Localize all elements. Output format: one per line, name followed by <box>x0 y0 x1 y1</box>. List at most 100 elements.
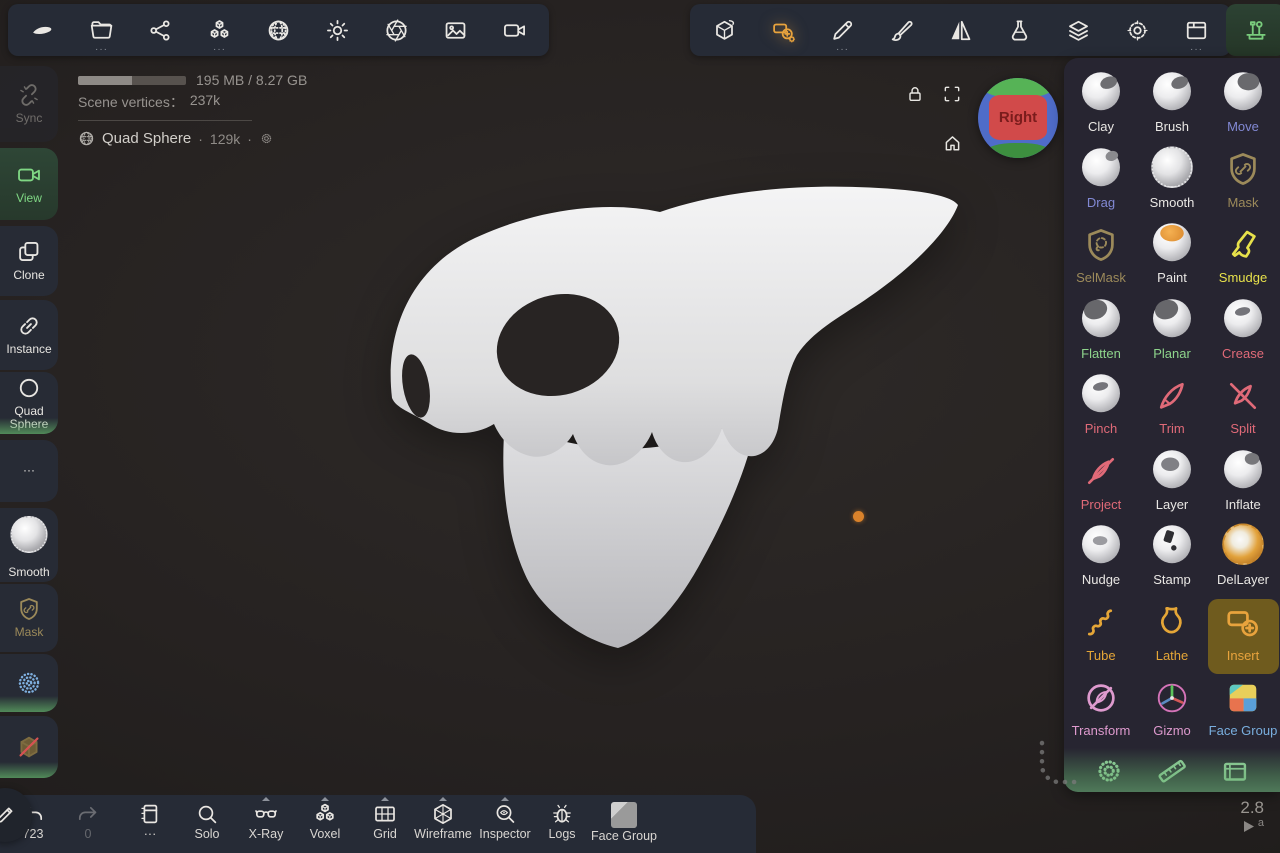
caret-up-icon <box>262 797 270 801</box>
tool-pinch[interactable]: Pinch <box>1066 372 1137 448</box>
tool-brush[interactable]: Brush <box>1137 70 1208 146</box>
camera-button[interactable] <box>485 4 544 56</box>
tool-transform[interactable]: Transform <box>1066 674 1137 750</box>
scene-button[interactable] <box>695 4 754 56</box>
sidebar-item-view[interactable]: View <box>0 148 58 220</box>
lighting-button[interactable] <box>308 4 367 56</box>
tool-insert[interactable]: Insert <box>1208 599 1279 675</box>
sidebar-item-dotted-ball[interactable] <box>0 654 58 712</box>
tool-label: Split <box>1230 421 1255 436</box>
settings-button[interactable] <box>1108 4 1167 56</box>
tool-inflate[interactable]: Inflate <box>1208 448 1279 524</box>
ball-smooth-icon <box>1151 146 1193 192</box>
partial-tool[interactable] <box>1092 754 1126 788</box>
scene-graph-button[interactable] <box>131 4 190 56</box>
tool-project[interactable]: Project <box>1066 448 1137 524</box>
tool-planar[interactable]: Planar <box>1137 297 1208 373</box>
sidebar-item-label: Sync <box>16 112 43 125</box>
gizmo-bottom-face[interactable] <box>986 143 1050 158</box>
symmetry-button[interactable] <box>931 4 990 56</box>
logo-icon <box>30 18 55 43</box>
viewport-3d-model[interactable] <box>340 158 1000 678</box>
tool-flatten[interactable]: Flatten <box>1066 297 1137 373</box>
pen-slash-icon <box>1082 679 1120 717</box>
lock-view-button[interactable] <box>905 84 925 109</box>
sidebar-item-slashed-cube[interactable] <box>0 716 58 778</box>
gizmo-face-label: Right <box>999 109 1037 126</box>
insert-tool-button[interactable] <box>754 4 813 56</box>
gizmo-front-face[interactable]: Right <box>989 95 1047 140</box>
caret-up-icon <box>381 797 389 801</box>
sidebar-item-mask[interactable]: Mask <box>0 584 58 652</box>
object-name[interactable]: Quad Sphere <box>102 130 191 147</box>
solo-button[interactable]: Solo <box>178 797 236 841</box>
voxel-button[interactable]: Voxel <box>296 797 354 841</box>
gizmo-axes-icon <box>1153 679 1191 717</box>
background-button[interactable] <box>426 4 485 56</box>
material-button[interactable] <box>249 4 308 56</box>
tool-label: Stamp <box>1153 572 1191 587</box>
knife-icon <box>1153 377 1191 415</box>
caret-up-icon <box>321 797 329 801</box>
interface-button[interactable]: ··· <box>1167 4 1226 56</box>
partial-tool[interactable] <box>1155 754 1189 788</box>
home-view-button[interactable] <box>942 133 963 159</box>
xray-button[interactable]: X-Ray <box>237 797 295 841</box>
tool-lathe[interactable]: Lathe <box>1137 599 1208 675</box>
tool-smooth[interactable]: Smooth <box>1137 146 1208 222</box>
sidebar-item-label: Instance <box>6 343 51 356</box>
toolbox-button[interactable] <box>1226 4 1280 56</box>
tool-gizmo[interactable]: Gizmo <box>1137 674 1208 750</box>
grid-button[interactable]: Grid <box>356 797 414 841</box>
tool-crease[interactable]: Crease <box>1208 297 1279 373</box>
tool-label: Tube <box>1086 648 1115 663</box>
sidebar-item-smooth[interactable]: Smooth <box>0 508 58 582</box>
tool-mask[interactable]: Mask <box>1208 146 1279 222</box>
objects-button[interactable]: ··· <box>190 4 249 56</box>
tool-nudge[interactable]: Nudge <box>1066 523 1137 599</box>
sidebar-item-quad-sphere[interactable]: Quad Sphere <box>0 372 58 434</box>
partial-tool[interactable] <box>1218 754 1252 788</box>
face-group-button[interactable]: Face Group <box>595 797 653 843</box>
fullscreen-button[interactable] <box>942 84 962 109</box>
tool-dellayer[interactable]: DelLayer <box>1208 523 1279 599</box>
orientation-gizmo[interactable]: Right <box>978 78 1058 158</box>
tool-drag[interactable]: Drag <box>1066 146 1137 222</box>
tool-label: Trim <box>1159 421 1185 436</box>
tool-move[interactable]: Move <box>1208 70 1279 146</box>
sidebar-item--[interactable]: ··· <box>0 440 58 502</box>
redo-button[interactable]: 0 <box>59 797 117 841</box>
tool-stamp[interactable]: Stamp <box>1137 523 1208 599</box>
history-button[interactable]: ··· <box>121 797 179 841</box>
pen-button[interactable]: ··· <box>813 4 872 56</box>
tube-icon <box>1082 603 1120 641</box>
post-process-button[interactable] <box>367 4 426 56</box>
tool-split[interactable]: Split <box>1208 372 1279 448</box>
tool-tube[interactable]: Tube <box>1066 599 1137 675</box>
tool-paint[interactable]: Paint <box>1137 221 1208 297</box>
logs-button[interactable]: Logs <box>533 797 591 841</box>
tool-selmask[interactable]: SelMask <box>1066 221 1137 297</box>
tool-smudge[interactable]: Smudge <box>1208 221 1279 297</box>
layers-button[interactable] <box>1049 4 1108 56</box>
sidebar-item-instance[interactable]: Instance <box>0 300 58 370</box>
gear-icon <box>1125 18 1150 43</box>
experimental-button[interactable] <box>990 4 1049 56</box>
files-button[interactable]: ··· <box>72 4 131 56</box>
voxel-cubes-icon <box>313 802 337 826</box>
tool-label: Clay <box>1088 119 1114 134</box>
tool-trim[interactable]: Trim <box>1137 372 1208 448</box>
slashed-cube-icon <box>16 734 42 760</box>
tool-layer[interactable]: Layer <box>1137 448 1208 524</box>
tool-clay[interactable]: Clay <box>1066 70 1137 146</box>
inspector-button[interactable]: Inspector <box>476 797 534 841</box>
pen-icon <box>830 18 855 43</box>
dotted-ball-icon <box>16 670 42 696</box>
tool-face-group[interactable]: Face Group <box>1208 674 1279 750</box>
sidebar-item-sync[interactable]: Sync <box>0 66 58 142</box>
sidebar-item-clone[interactable]: Clone <box>0 226 58 296</box>
facegroup-colored-icon <box>1224 679 1262 717</box>
wireframe-button[interactable]: Wireframe <box>414 797 472 841</box>
app-logo-button[interactable] <box>13 4 72 56</box>
painting-button[interactable] <box>872 4 931 56</box>
